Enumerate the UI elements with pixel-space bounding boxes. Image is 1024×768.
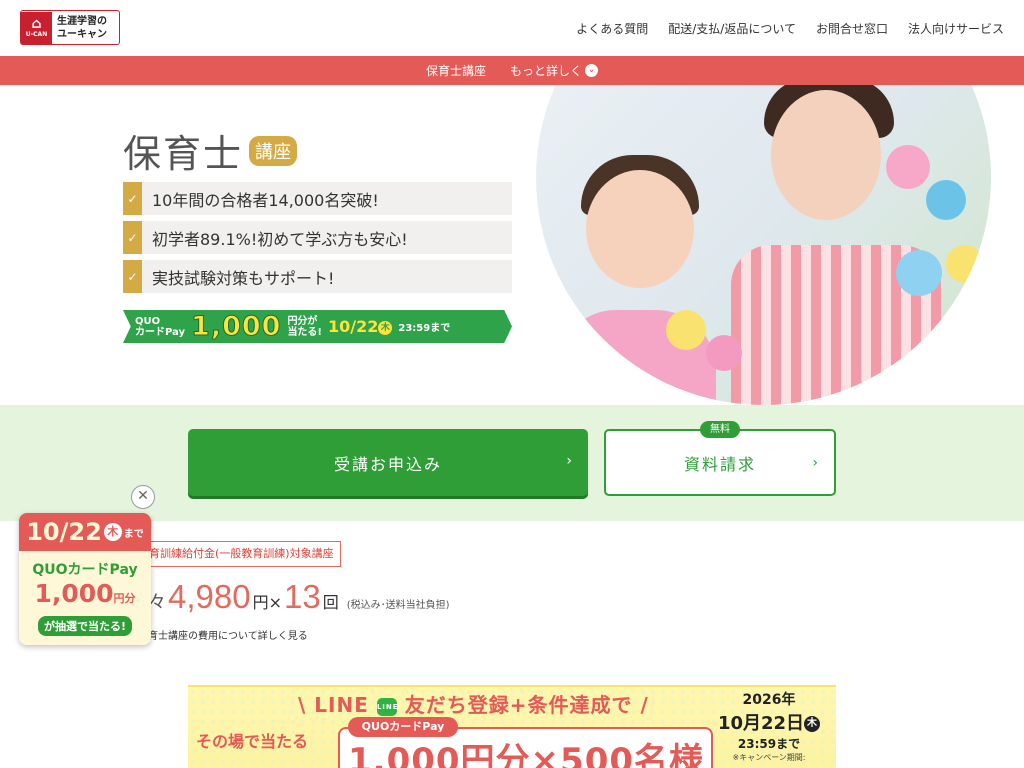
line-prize-pill: QUOカードPay [348,717,458,737]
line-deadline: 2026年 10月22日木 23:59まで ※キャンペーン期間: [710,689,828,763]
feature-text: 実技試験対策もサポート! [152,268,335,288]
subnav-more-label: もっと詳しく [510,64,583,78]
flower-decoration [896,250,942,296]
payment-count: 13 [284,578,321,615]
price-unit: 円× [252,593,283,612]
nav-contact[interactable]: お問合せ窓口 [816,20,888,37]
chevron-right-icon: › [812,455,820,471]
check-icon: ✓ [123,182,142,215]
subnav-more[interactable]: もっと詳しく ⌄ [510,62,599,79]
flower-decoration [666,310,706,350]
title-main: 保育士 [123,132,244,176]
flower-decoration [946,245,984,283]
flower-decoration [886,145,930,189]
site-header: ⌂ U-CAN 生涯学習の ユーキャン よくある質問 配送/支払/返品について … [0,0,1024,56]
title-tag: 講座 [249,135,298,166]
logo-text: 生涯学習の ユーキャン [57,15,107,40]
subnav-course[interactable]: 保育士講座 [426,62,486,79]
price-display: 々 4,980 円× 13 回 (税込み･送料当社負担) [148,578,450,616]
price-note: (税込み･送料当社負担) [346,600,450,611]
hero-photo [536,85,991,405]
free-badge: 無料 [700,421,740,438]
line-icon: LINE [376,697,398,716]
feature-point: ✓ 初学者89.1%!初めて学ぶ方も安心! [123,221,512,254]
subsidy-badge: 育訓練給付金(一般教育訓練)対象講座 [140,541,341,567]
floating-campaign-badge[interactable]: 10/22 木 まで QUOカードPay 1,000円分 が抽選で当たる! [19,513,151,645]
check-icon: ✓ [123,260,142,293]
nav-corporate[interactable]: 法人向けサービス [908,20,1004,37]
payment-count-unit: 回 [322,593,339,612]
feature-point: ✓ 実技試験対策もサポート! [123,260,512,293]
line-campaign-banner[interactable]: \ LINE LINE 友だち登録+条件達成で / QUOカードPay 1,00… [188,685,836,768]
banner-label: QUO カードPay [135,315,186,338]
teacher-face [771,90,881,220]
apply-button[interactable]: 受講お申込み › [188,429,588,496]
feature-text: 10年間の合格者14,000名突破! [152,190,379,210]
request-button-label: 資料請求 [683,454,756,474]
chevron-right-icon: › [566,453,574,469]
banner-date: 10/22 木 [328,317,393,336]
float-date-bar: 10/22 木 まで [19,513,151,551]
line-banner-heading: \ LINE LINE 友だち登録+条件達成で / [298,693,649,717]
flower-decoration [926,180,966,220]
float-body: QUOカードPay 1,000円分 が抽選で当たる! [19,551,151,645]
banner-until: 23:59まで [398,323,451,334]
flower-decoration [706,335,742,371]
feature-text: 初学者89.1%!初めて学ぶ方も安心! [152,229,408,249]
check-icon: ✓ [123,221,142,254]
cta-band: 受講お申込み › 資料請求 › 無料 [0,405,1024,521]
apply-button-label: 受講お申込み [333,454,442,474]
line-prize-amount: 1,000円分×500名様 [348,741,705,768]
nav-faq[interactable]: よくある質問 [576,20,648,37]
feature-point: ✓ 10年間の合格者14,000名突破! [123,182,512,215]
child-face [586,170,694,288]
chevron-down-icon: ⌄ [585,64,599,77]
quo-campaign-banner[interactable]: QUO カードPay 1,000 円分が 当たる! 10/22 木 23:59まで [123,310,512,343]
request-materials-button[interactable]: 資料請求 › [604,429,836,496]
banner-yen: 円分が 当たる! [287,315,322,338]
course-subnav: 保育士講座 もっと詳しく ⌄ [0,56,1024,85]
ucan-logo[interactable]: ⌂ U-CAN 生涯学習の ユーキャン [20,10,120,45]
close-icon[interactable]: ✕ [131,485,155,509]
price-amount: 4,980 [168,578,251,615]
hero-photo-circle [536,85,991,405]
banner-amount: 1,000 [191,311,282,343]
cost-details-link[interactable]: 育士講座の費用について詳しく見る [148,627,308,642]
line-instant-text: その場で当たる [196,732,309,751]
page-title: 保育士 講座 [123,123,298,178]
nav-shipping[interactable]: 配送/支払/返品について [668,20,796,37]
logo-mark-icon: ⌂ U-CAN [21,11,52,44]
feature-points: ✓ 10年間の合格者14,000名突破! ✓ 初学者89.1%!初めて学ぶ方も安… [123,182,512,299]
header-nav: よくある質問 配送/支払/返品について お問合せ窓口 法人向けサービス [576,20,1004,37]
